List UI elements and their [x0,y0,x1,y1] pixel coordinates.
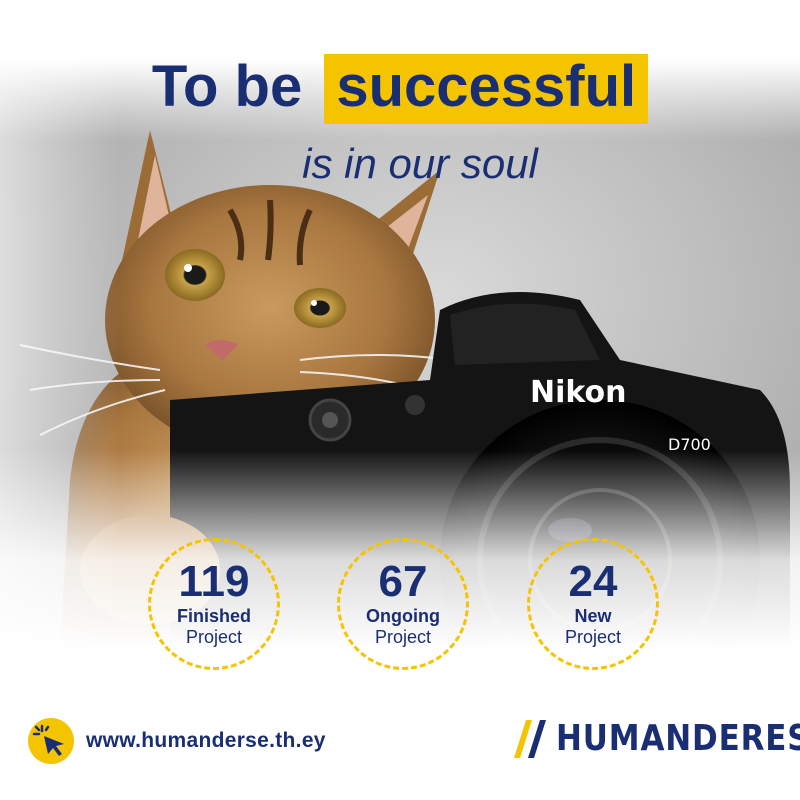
stat-label-primary: Finished [176,606,251,627]
stat-finished: 119 Finished Project [148,538,280,670]
stat-label-secondary: Project [564,627,622,647]
headline: To be successful [0,54,800,124]
stat-new: 24 New Project [527,538,659,670]
brand-logo: HUMANDERES [514,718,800,759]
stat-number: 24 [568,557,618,607]
double-slash-logo-icon [514,719,546,758]
website-url[interactable]: www.humanderse.th.ey [86,729,326,753]
website-link[interactable]: www.humanderse.th.ey [28,718,326,764]
headline-prefix: To be [151,54,303,119]
stat-ongoing: 67 Ongoing Project [337,538,469,670]
stat-number: 67 [378,557,428,607]
camera-brand-label: Nikon [530,375,627,410]
stat-label-primary: New [574,606,612,627]
headline-highlight: successful [324,54,649,124]
stat-label-secondary: Project [185,627,243,647]
stat-label-primary: Ongoing [366,606,440,627]
stat-number: 119 [178,557,250,607]
stat-label-secondary: Project [374,627,432,647]
headline-subline: is in our soul [302,140,538,187]
cursor-click-icon [28,718,74,764]
brand-name: HUMANDERES [556,718,800,759]
